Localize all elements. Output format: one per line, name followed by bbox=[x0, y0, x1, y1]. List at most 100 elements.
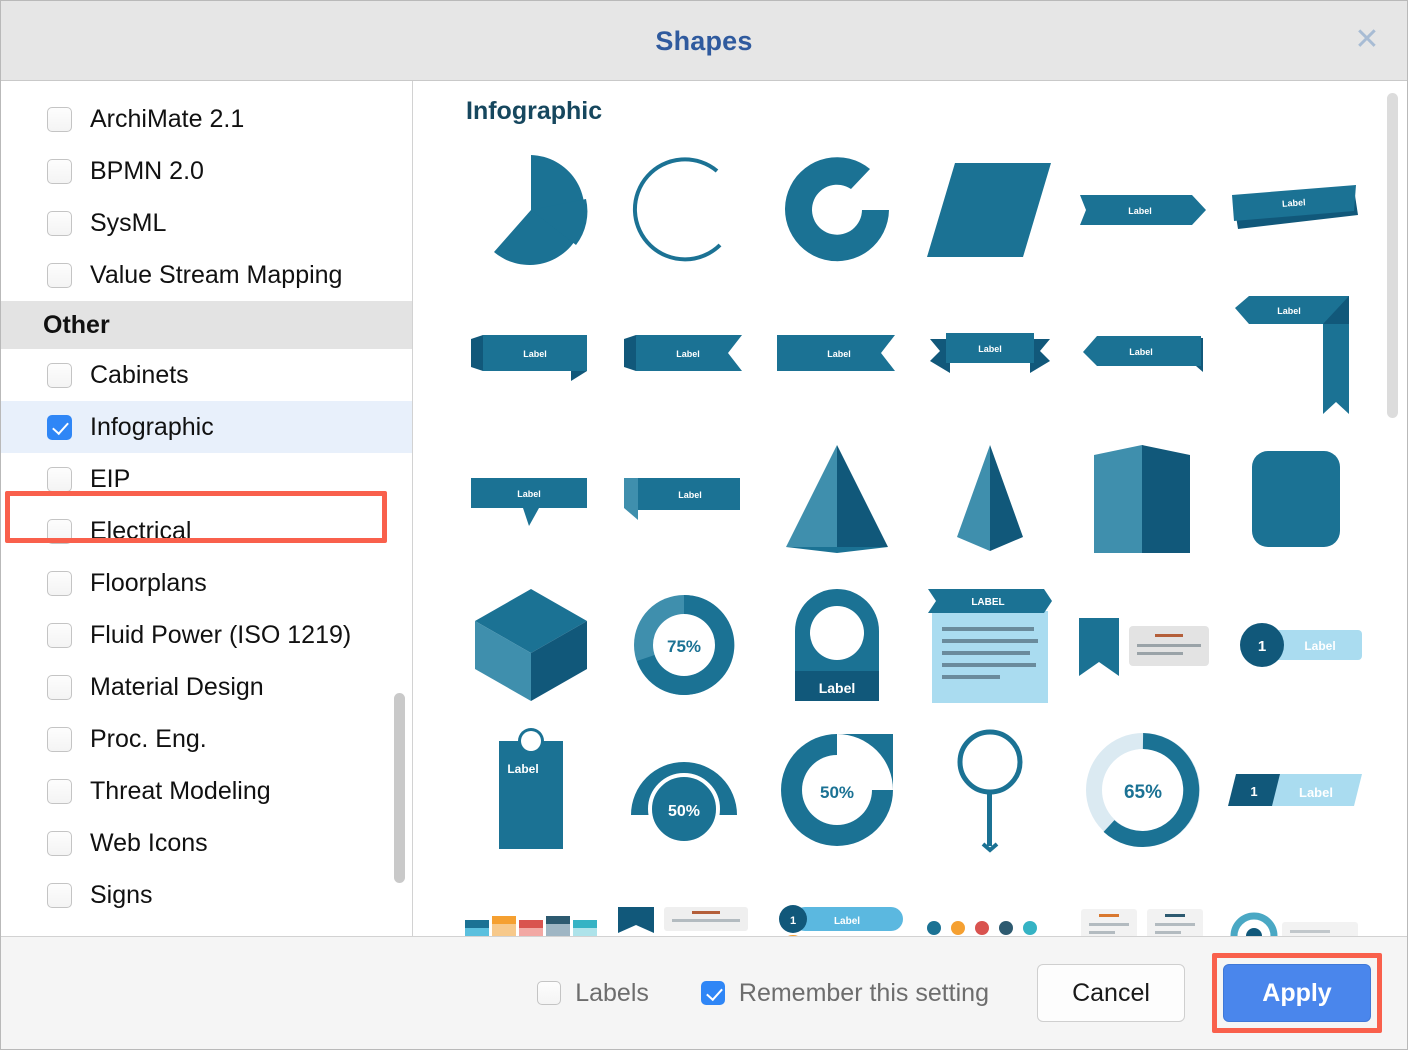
circle-arc-shape[interactable] bbox=[607, 137, 760, 282]
apply-button-wrapper: Apply bbox=[1223, 964, 1371, 1022]
ribbon-flag-shape[interactable]: Label bbox=[1067, 282, 1220, 427]
library-checkbox[interactable] bbox=[47, 571, 72, 596]
bookmark-note-shape[interactable] bbox=[1067, 572, 1220, 717]
pyramid-3d-shape[interactable] bbox=[760, 427, 913, 572]
svg-text:50%: 50% bbox=[668, 803, 700, 820]
svg-text:Label: Label bbox=[507, 762, 538, 776]
people-row-shape-glyph bbox=[920, 870, 1060, 938]
ring-50-shape[interactable]: 50% bbox=[760, 717, 913, 862]
callout-corner-shape-glyph: Label bbox=[614, 435, 754, 565]
label-card-shape[interactable]: LABEL bbox=[914, 572, 1067, 717]
numbered-pill-shape-glyph: 1Label bbox=[1226, 580, 1366, 710]
shape-row: LabelLabel bbox=[454, 427, 1373, 572]
sidebar-item-cabinets[interactable]: Cabinets bbox=[1, 349, 412, 401]
library-checkbox[interactable] bbox=[47, 675, 72, 700]
library-checkbox[interactable] bbox=[47, 623, 72, 648]
sidebar-item-fluid-power-iso-1219[interactable]: Fluid Power (ISO 1219) bbox=[1, 609, 412, 661]
shapes-scrollbar-thumb[interactable] bbox=[1387, 93, 1398, 418]
library-checkbox[interactable] bbox=[47, 467, 72, 492]
sidebar-item-signs[interactable]: Signs bbox=[1, 869, 412, 921]
dialog-title: Shapes bbox=[1, 1, 1407, 81]
labels-checkbox[interactable]: Labels bbox=[537, 979, 649, 1008]
corner-ribbon-shape[interactable]: Label bbox=[1220, 282, 1373, 427]
sidebar-item-floorplans[interactable]: Floorplans bbox=[1, 557, 412, 609]
prism-3d-shape[interactable] bbox=[1067, 427, 1220, 572]
ribbon-point-left-shape-glyph: Label bbox=[767, 290, 907, 420]
svg-text:65%: 65% bbox=[1124, 782, 1162, 803]
sidebar-item-infographic[interactable]: Infographic bbox=[1, 401, 412, 453]
cone-3d-shape[interactable] bbox=[914, 427, 1067, 572]
donut-75-shape[interactable]: 75% bbox=[607, 572, 760, 717]
sidebar-item-sysml[interactable]: SysML bbox=[1, 197, 412, 249]
ribbon-point-left-shape[interactable]: Label bbox=[760, 282, 913, 427]
close-icon[interactable]: ✕ bbox=[1349, 23, 1385, 59]
svg-text:Label: Label bbox=[1305, 639, 1336, 653]
library-list: ArchiMate 2.1 BPMN 2.0SysMLValue Stream M… bbox=[1, 81, 412, 921]
progress-65-shape[interactable]: 65% bbox=[1067, 717, 1220, 862]
cylinder-3d-shape[interactable] bbox=[1220, 427, 1373, 572]
library-sidebar[interactable]: ArchiMate 2.1 BPMN 2.0SysMLValue Stream M… bbox=[1, 81, 413, 937]
library-checkbox[interactable] bbox=[47, 883, 72, 908]
ribbon-notch-right-shape[interactable]: Label bbox=[607, 282, 760, 427]
library-checkbox[interactable] bbox=[47, 263, 72, 288]
donut-arc-shape[interactable] bbox=[760, 137, 913, 282]
library-checkbox[interactable] bbox=[47, 779, 72, 804]
sidebar-item-archimate-2-1[interactable]: ArchiMate 2.1 bbox=[1, 93, 412, 145]
ring-50-shape-glyph: 50% bbox=[767, 725, 907, 855]
library-checkbox[interactable] bbox=[47, 519, 72, 544]
balloon-pin-shape[interactable] bbox=[914, 717, 1067, 862]
callout-corner-shape[interactable]: Label bbox=[607, 427, 760, 572]
bookmark-list-shape[interactable] bbox=[607, 862, 760, 937]
sidebar-scrollbar-thumb[interactable] bbox=[394, 693, 405, 883]
cone-3d-shape-glyph bbox=[920, 435, 1060, 565]
apply-button[interactable]: Apply bbox=[1223, 964, 1371, 1022]
library-checkbox[interactable] bbox=[47, 211, 72, 236]
library-item-label: Threat Modeling bbox=[90, 779, 271, 804]
library-checkbox[interactable] bbox=[47, 727, 72, 752]
people-row-shape[interactable] bbox=[914, 862, 1067, 937]
ribbon-left-fold-shape[interactable]: Label bbox=[454, 282, 607, 427]
shapes-scrollbar[interactable] bbox=[1387, 89, 1398, 929]
pie-chart-shape[interactable] bbox=[454, 137, 607, 282]
chevron-banner-shape[interactable]: Label bbox=[1067, 137, 1220, 282]
tilted-ribbon-shape[interactable]: Label bbox=[1220, 137, 1373, 282]
gauge-50-shape[interactable]: 50% bbox=[607, 717, 760, 862]
people-cards-shape[interactable] bbox=[1067, 862, 1220, 937]
sidebar-item-threat-modeling[interactable]: Threat Modeling bbox=[1, 765, 412, 817]
svg-text:Label: Label bbox=[1282, 197, 1306, 209]
callout-down-shape[interactable]: Label bbox=[454, 427, 607, 572]
sidebar-item-value-stream-mapping[interactable]: Value Stream Mapping bbox=[1, 249, 412, 301]
sidebar-item-bpmn-2-0[interactable]: BPMN 2.0 bbox=[1, 145, 412, 197]
library-checkbox[interactable] bbox=[47, 415, 72, 440]
cancel-button[interactable]: Cancel bbox=[1037, 964, 1185, 1022]
ribbon-bowtie-shape-glyph: Label bbox=[920, 290, 1060, 420]
svg-text:Label: Label bbox=[1129, 206, 1153, 216]
ribbon-bowtie-shape[interactable]: Label bbox=[914, 282, 1067, 427]
circle-arc-shape-glyph bbox=[614, 145, 754, 275]
tag-label-shape-glyph: Label bbox=[767, 580, 907, 710]
sidebar-item-web-icons[interactable]: Web Icons bbox=[1, 817, 412, 869]
library-checkbox[interactable] bbox=[47, 107, 72, 132]
color-bar-chart-shape[interactable] bbox=[454, 862, 607, 937]
remember-setting-checkbox-box[interactable] bbox=[701, 981, 725, 1005]
sidebar-item-material-design[interactable]: Material Design bbox=[1, 661, 412, 713]
avatar-card-shape[interactable] bbox=[1220, 862, 1373, 937]
tag-label-shape[interactable]: Label bbox=[760, 572, 913, 717]
numbered-bar-list-shape-glyph: 1Label2Label bbox=[767, 870, 907, 938]
numbered-bar-list-shape[interactable]: 1Label2Label bbox=[760, 862, 913, 937]
sidebar-scrollbar[interactable] bbox=[394, 81, 405, 937]
remember-setting-checkbox[interactable]: Remember this setting bbox=[701, 979, 989, 1008]
library-checkbox[interactable] bbox=[47, 363, 72, 388]
parallelogram-shape[interactable] bbox=[914, 137, 1067, 282]
library-checkbox[interactable] bbox=[47, 831, 72, 856]
library-checkbox[interactable] bbox=[47, 159, 72, 184]
cube-3d-shape[interactable] bbox=[454, 572, 607, 717]
labels-checkbox-box[interactable] bbox=[537, 981, 561, 1005]
sidebar-item-proc-eng[interactable]: Proc. Eng. bbox=[1, 713, 412, 765]
numbered-pill-shape[interactable]: 1Label bbox=[1220, 572, 1373, 717]
sidebar-item-electrical[interactable]: Electrical bbox=[1, 505, 412, 557]
numbered-parallelogram-shape[interactable]: 1Label bbox=[1220, 717, 1373, 862]
sidebar-item-eip[interactable]: EIP bbox=[1, 453, 412, 505]
library-item-label: ArchiMate 2.1 bbox=[90, 107, 244, 132]
pin-label-shape[interactable]: Label bbox=[454, 717, 607, 862]
